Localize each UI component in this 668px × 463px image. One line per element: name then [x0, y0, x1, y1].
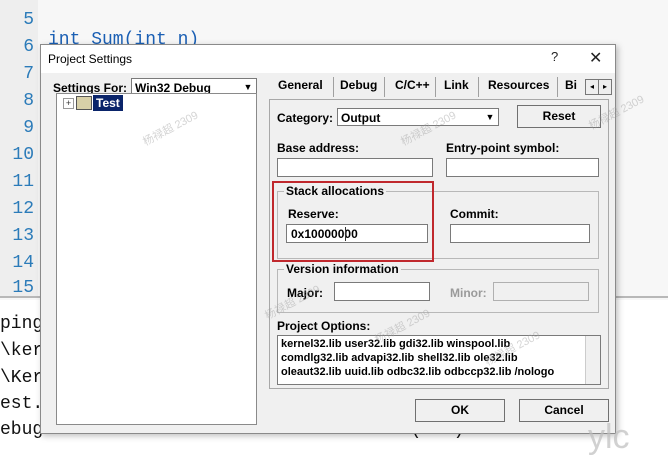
- version-information-title: Version information: [284, 262, 401, 276]
- line-number: 13: [12, 226, 34, 246]
- chevron-down-icon[interactable]: ▼: [484, 110, 496, 124]
- entry-point-label: Entry-point symbol:: [446, 141, 560, 155]
- tab-divider: [435, 77, 436, 97]
- line-number: 10: [12, 145, 34, 165]
- line-number: 5: [23, 10, 34, 30]
- console-line: ping: [0, 314, 44, 334]
- expand-icon[interactable]: +: [63, 98, 74, 109]
- ylc-logo: ylc: [588, 418, 630, 456]
- major-input[interactable]: [334, 282, 430, 301]
- dialog-titlebar[interactable]: Project Settings ? ✕: [41, 45, 615, 73]
- tab-divider: [557, 77, 558, 97]
- tab-browse-info[interactable]: Bi: [565, 78, 577, 92]
- tab-divider: [384, 77, 385, 97]
- line-number-gutter: 5 6 7 8 9 10 11 12 13 14 15: [0, 0, 38, 298]
- line-number: 8: [23, 91, 34, 111]
- commit-input[interactable]: [450, 224, 590, 243]
- project-icon: [76, 96, 92, 110]
- minor-input: [493, 282, 589, 301]
- text-cursor-icon: [345, 227, 346, 241]
- line-number: 15: [12, 278, 34, 298]
- tab-debug[interactable]: Debug: [340, 78, 377, 92]
- project-options-line: kernel32.lib user32.lib gdi32.lib winspo…: [281, 338, 511, 350]
- tab-link[interactable]: Link: [444, 78, 469, 92]
- line-number: 12: [12, 199, 34, 219]
- base-address-input[interactable]: [277, 158, 433, 177]
- chevron-down-icon[interactable]: ▼: [242, 80, 254, 94]
- minor-label: Minor:: [450, 286, 487, 300]
- commit-label: Commit:: [450, 207, 499, 221]
- entry-point-input[interactable]: [446, 158, 599, 177]
- help-button[interactable]: ?: [551, 49, 558, 64]
- annotation-highlight-box: [272, 181, 434, 262]
- tab-resources[interactable]: Resources: [488, 78, 549, 92]
- line-number: 11: [12, 172, 34, 192]
- settings-tabs: General Debug C/C++ Link Resources Bi ◂ …: [269, 75, 612, 99]
- tab-general[interactable]: General: [278, 78, 323, 92]
- dialog-title: Project Settings: [48, 52, 133, 66]
- project-options-textarea[interactable]: kernel32.lib user32.lib gdi32.lib winspo…: [277, 335, 601, 385]
- ok-button[interactable]: OK: [415, 399, 505, 422]
- tab-scroll-right-icon[interactable]: ▸: [598, 79, 612, 95]
- options-scrollbar[interactable]: [585, 336, 600, 384]
- tree-item-test[interactable]: Test: [93, 95, 123, 111]
- project-options-label: Project Options:: [277, 319, 371, 333]
- category-label: Category:: [277, 111, 334, 125]
- tab-scroll-left-icon[interactable]: ◂: [585, 79, 599, 95]
- category-value: Output: [341, 111, 381, 125]
- line-number: 7: [23, 64, 34, 84]
- line-number: 6: [23, 37, 34, 57]
- close-icon[interactable]: ✕: [589, 48, 602, 68]
- line-number: 9: [23, 118, 34, 138]
- tab-divider: [478, 77, 479, 97]
- project-options-line: oleaut32.lib uuid.lib odbc32.lib odbccp3…: [281, 366, 555, 378]
- tab-divider: [333, 77, 334, 97]
- base-address-label: Base address:: [277, 141, 360, 155]
- line-number: 14: [12, 253, 34, 273]
- tab-cpp[interactable]: C/C++: [395, 78, 430, 92]
